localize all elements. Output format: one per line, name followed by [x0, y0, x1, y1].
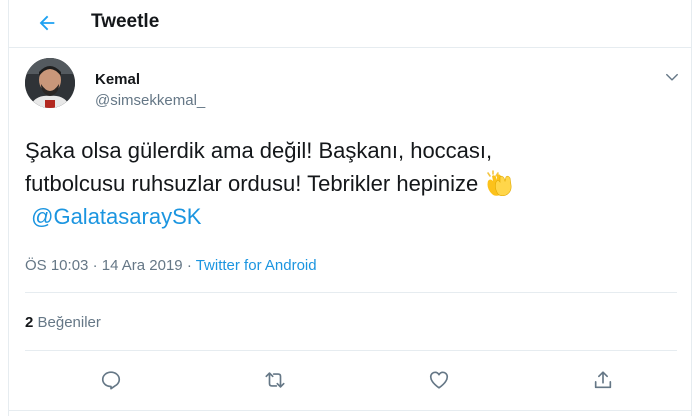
author-name[interactable]: Kemal — [95, 71, 140, 88]
back-button[interactable] — [31, 8, 63, 38]
divider — [25, 350, 677, 351]
avatar[interactable] — [25, 58, 75, 108]
meta-separator: · — [186, 257, 192, 274]
reply-icon — [101, 371, 121, 390]
tweet-date[interactable]: 14 Ara 2019 — [102, 257, 183, 274]
page-header: Tweetle — [9, 0, 691, 48]
tweet-actions — [9, 364, 691, 396]
tweet-time[interactable]: ÖS 10:03 — [25, 257, 88, 274]
likes-stat[interactable]: 2 Beğeniler — [25, 314, 101, 331]
reply-button[interactable] — [95, 364, 127, 396]
like-icon — [429, 371, 449, 389]
tweet-options-button[interactable] — [661, 66, 683, 88]
retweet-button[interactable] — [259, 364, 291, 396]
divider — [9, 410, 691, 411]
retweet-icon — [265, 372, 285, 388]
chevron-down-icon — [666, 73, 678, 81]
like-button[interactable] — [423, 364, 455, 396]
share-button[interactable] — [587, 364, 619, 396]
arrow-left-icon — [39, 15, 55, 31]
divider — [25, 292, 677, 293]
tweet-text: Şaka olsa gülerdik ama değil! Başkanı, h… — [25, 134, 665, 233]
mention-link[interactable]: @GalatasaraySK — [31, 204, 201, 229]
tweet-metadata: ÖS 10:03 · 14 Ara 2019 · Twitter for And… — [25, 257, 317, 274]
tweet-text-fragment: futbolcusu ruhsuzlar ordusu! Tebrikler h… — [25, 171, 479, 196]
tweet-page: Tweetle Kemal @simsekkemal_ Şaka olsa gü… — [8, 0, 692, 416]
tweet-source-link[interactable]: Twitter for Android — [196, 257, 317, 274]
avatar-photo — [25, 58, 75, 108]
clapping-hands-icon — [484, 170, 514, 197]
tweet-text-line: Şaka olsa gülerdik ama değil! Başkanı, h… — [25, 138, 493, 163]
likes-label: Beğeniler — [37, 314, 101, 331]
tweet-text-line: @GalatasaraySK — [25, 200, 665, 233]
meta-separator: · — [92, 257, 98, 274]
page-title: Tweetle — [91, 11, 160, 32]
author-handle[interactable]: @simsekkemal_ — [95, 92, 205, 109]
share-icon — [594, 371, 612, 389]
likes-count: 2 — [25, 314, 34, 331]
tweet-text-line: futbolcusu ruhsuzlar ordusu! Tebrikler h… — [25, 167, 665, 200]
